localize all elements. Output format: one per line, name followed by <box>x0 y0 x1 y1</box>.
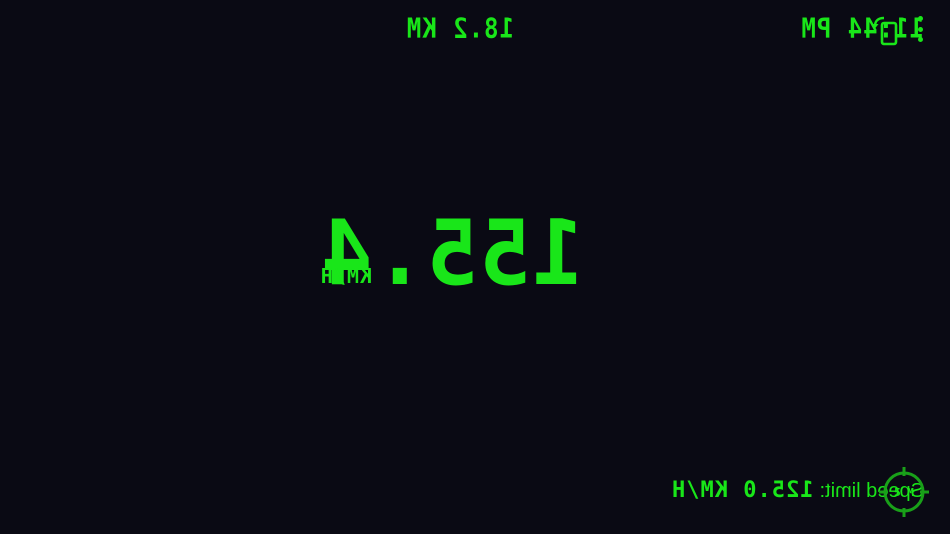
gps-target-icon[interactable]: 5 M <box>878 466 930 518</box>
current-speed-value: 155.4 <box>320 201 584 307</box>
gps-accuracy-value: 5 M <box>894 485 914 499</box>
clock-display: 11:44 PM <box>800 12 924 45</box>
speed-limit-value: 125.0 KM/H <box>671 478 814 503</box>
speed-unit-label: KM/H <box>319 264 372 288</box>
hud-mirrored-display: 11:44 PM 18.2 KM 155.4 KM/H Speed limit:… <box>0 0 950 534</box>
screen-rotation-icon[interactable] <box>870 14 902 46</box>
more-vert-icon[interactable] <box>916 16 926 42</box>
trip-distance-display: 18.2 KM <box>405 12 514 45</box>
